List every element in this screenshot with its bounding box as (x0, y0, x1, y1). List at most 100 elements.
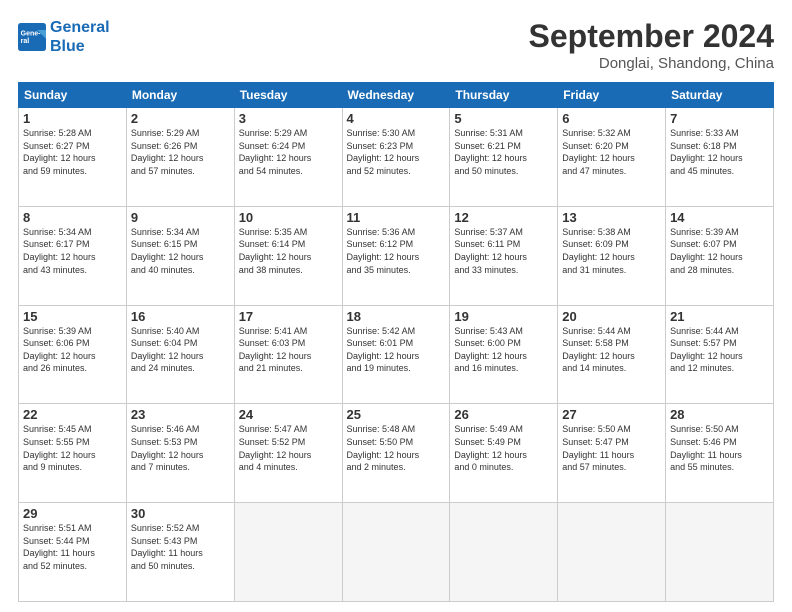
calendar-cell: 14Sunrise: 5:39 AM Sunset: 6:07 PM Dayli… (666, 206, 774, 305)
calendar-cell: 6Sunrise: 5:32 AM Sunset: 6:20 PM Daylig… (558, 108, 666, 207)
calendar-cell: 21Sunrise: 5:44 AM Sunset: 5:57 PM Dayli… (666, 305, 774, 404)
calendar-cell: 8Sunrise: 5:34 AM Sunset: 6:17 PM Daylig… (19, 206, 127, 305)
day-info: Sunrise: 5:31 AM Sunset: 6:21 PM Dayligh… (454, 127, 553, 177)
day-info: Sunrise: 5:49 AM Sunset: 5:49 PM Dayligh… (454, 423, 553, 473)
day-info: Sunrise: 5:48 AM Sunset: 5:50 PM Dayligh… (347, 423, 446, 473)
calendar-cell: 26Sunrise: 5:49 AM Sunset: 5:49 PM Dayli… (450, 404, 558, 503)
day-number: 19 (454, 309, 553, 324)
calendar-cell: 17Sunrise: 5:41 AM Sunset: 6:03 PM Dayli… (234, 305, 342, 404)
day-info: Sunrise: 5:39 AM Sunset: 6:06 PM Dayligh… (23, 325, 122, 375)
day-info: Sunrise: 5:50 AM Sunset: 5:47 PM Dayligh… (562, 423, 661, 473)
day-number: 25 (347, 407, 446, 422)
day-info: Sunrise: 5:50 AM Sunset: 5:46 PM Dayligh… (670, 423, 769, 473)
day-number: 13 (562, 210, 661, 225)
calendar-cell: 2Sunrise: 5:29 AM Sunset: 6:26 PM Daylig… (126, 108, 234, 207)
calendar-cell: 22Sunrise: 5:45 AM Sunset: 5:55 PM Dayli… (19, 404, 127, 503)
day-number: 30 (131, 506, 230, 521)
day-info: Sunrise: 5:30 AM Sunset: 6:23 PM Dayligh… (347, 127, 446, 177)
calendar-cell: 25Sunrise: 5:48 AM Sunset: 5:50 PM Dayli… (342, 404, 450, 503)
day-info: Sunrise: 5:28 AM Sunset: 6:27 PM Dayligh… (23, 127, 122, 177)
calendar-week-row: 22Sunrise: 5:45 AM Sunset: 5:55 PM Dayli… (19, 404, 774, 503)
calendar-cell: 23Sunrise: 5:46 AM Sunset: 5:53 PM Dayli… (126, 404, 234, 503)
day-number: 11 (347, 210, 446, 225)
day-info: Sunrise: 5:52 AM Sunset: 5:43 PM Dayligh… (131, 522, 230, 572)
day-info: Sunrise: 5:44 AM Sunset: 5:57 PM Dayligh… (670, 325, 769, 375)
header: Gene- ral General Blue September 2024 Do… (18, 18, 774, 72)
day-number: 17 (239, 309, 338, 324)
calendar-week-row: 1Sunrise: 5:28 AM Sunset: 6:27 PM Daylig… (19, 108, 774, 207)
calendar-cell: 5Sunrise: 5:31 AM Sunset: 6:21 PM Daylig… (450, 108, 558, 207)
day-info: Sunrise: 5:44 AM Sunset: 5:58 PM Dayligh… (562, 325, 661, 375)
day-number: 14 (670, 210, 769, 225)
day-info: Sunrise: 5:46 AM Sunset: 5:53 PM Dayligh… (131, 423, 230, 473)
calendar-cell: 29Sunrise: 5:51 AM Sunset: 5:44 PM Dayli… (19, 503, 127, 602)
day-info: Sunrise: 5:42 AM Sunset: 6:01 PM Dayligh… (347, 325, 446, 375)
calendar-cell: 13Sunrise: 5:38 AM Sunset: 6:09 PM Dayli… (558, 206, 666, 305)
day-info: Sunrise: 5:43 AM Sunset: 6:00 PM Dayligh… (454, 325, 553, 375)
weekday-header: Wednesday (342, 83, 450, 108)
day-number: 15 (23, 309, 122, 324)
calendar-cell: 18Sunrise: 5:42 AM Sunset: 6:01 PM Dayli… (342, 305, 450, 404)
logo-icon: Gene- ral (18, 23, 46, 51)
day-number: 26 (454, 407, 553, 422)
day-number: 10 (239, 210, 338, 225)
day-number: 4 (347, 111, 446, 126)
calendar-cell (558, 503, 666, 602)
day-number: 6 (562, 111, 661, 126)
calendar-cell: 4Sunrise: 5:30 AM Sunset: 6:23 PM Daylig… (342, 108, 450, 207)
calendar-cell: 11Sunrise: 5:36 AM Sunset: 6:12 PM Dayli… (342, 206, 450, 305)
logo-text: General Blue (50, 18, 110, 56)
day-number: 21 (670, 309, 769, 324)
svg-text:ral: ral (21, 38, 30, 45)
logo-line1: General (50, 18, 110, 37)
day-info: Sunrise: 5:36 AM Sunset: 6:12 PM Dayligh… (347, 226, 446, 276)
page: Gene- ral General Blue September 2024 Do… (0, 0, 792, 612)
calendar-cell: 20Sunrise: 5:44 AM Sunset: 5:58 PM Dayli… (558, 305, 666, 404)
day-info: Sunrise: 5:34 AM Sunset: 6:15 PM Dayligh… (131, 226, 230, 276)
calendar-cell: 27Sunrise: 5:50 AM Sunset: 5:47 PM Dayli… (558, 404, 666, 503)
day-number: 22 (23, 407, 122, 422)
calendar-week-row: 8Sunrise: 5:34 AM Sunset: 6:17 PM Daylig… (19, 206, 774, 305)
day-number: 18 (347, 309, 446, 324)
day-number: 27 (562, 407, 661, 422)
weekday-header: Saturday (666, 83, 774, 108)
day-info: Sunrise: 5:45 AM Sunset: 5:55 PM Dayligh… (23, 423, 122, 473)
calendar: SundayMondayTuesdayWednesdayThursdayFrid… (18, 82, 774, 602)
calendar-cell: 3Sunrise: 5:29 AM Sunset: 6:24 PM Daylig… (234, 108, 342, 207)
calendar-cell: 9Sunrise: 5:34 AM Sunset: 6:15 PM Daylig… (126, 206, 234, 305)
weekday-header-row: SundayMondayTuesdayWednesdayThursdayFrid… (19, 83, 774, 108)
calendar-cell (342, 503, 450, 602)
day-info: Sunrise: 5:47 AM Sunset: 5:52 PM Dayligh… (239, 423, 338, 473)
day-number: 7 (670, 111, 769, 126)
day-info: Sunrise: 5:37 AM Sunset: 6:11 PM Dayligh… (454, 226, 553, 276)
day-number: 28 (670, 407, 769, 422)
calendar-cell: 10Sunrise: 5:35 AM Sunset: 6:14 PM Dayli… (234, 206, 342, 305)
logo: Gene- ral General Blue (18, 18, 110, 56)
calendar-cell: 12Sunrise: 5:37 AM Sunset: 6:11 PM Dayli… (450, 206, 558, 305)
day-number: 24 (239, 407, 338, 422)
weekday-header: Thursday (450, 83, 558, 108)
calendar-cell: 16Sunrise: 5:40 AM Sunset: 6:04 PM Dayli… (126, 305, 234, 404)
day-info: Sunrise: 5:32 AM Sunset: 6:20 PM Dayligh… (562, 127, 661, 177)
calendar-cell (450, 503, 558, 602)
calendar-cell: 19Sunrise: 5:43 AM Sunset: 6:00 PM Dayli… (450, 305, 558, 404)
weekday-header: Tuesday (234, 83, 342, 108)
calendar-cell: 15Sunrise: 5:39 AM Sunset: 6:06 PM Dayli… (19, 305, 127, 404)
weekday-header: Friday (558, 83, 666, 108)
day-number: 5 (454, 111, 553, 126)
day-number: 9 (131, 210, 230, 225)
day-info: Sunrise: 5:35 AM Sunset: 6:14 PM Dayligh… (239, 226, 338, 276)
day-info: Sunrise: 5:34 AM Sunset: 6:17 PM Dayligh… (23, 226, 122, 276)
calendar-cell: 24Sunrise: 5:47 AM Sunset: 5:52 PM Dayli… (234, 404, 342, 503)
day-info: Sunrise: 5:39 AM Sunset: 6:07 PM Dayligh… (670, 226, 769, 276)
day-number: 8 (23, 210, 122, 225)
logo-line2: Blue (50, 37, 110, 56)
month-title: September 2024 (529, 18, 774, 55)
day-number: 29 (23, 506, 122, 521)
calendar-week-row: 29Sunrise: 5:51 AM Sunset: 5:44 PM Dayli… (19, 503, 774, 602)
location-title: Donglai, Shandong, China (529, 55, 774, 72)
calendar-week-row: 15Sunrise: 5:39 AM Sunset: 6:06 PM Dayli… (19, 305, 774, 404)
day-info: Sunrise: 5:40 AM Sunset: 6:04 PM Dayligh… (131, 325, 230, 375)
calendar-cell: 7Sunrise: 5:33 AM Sunset: 6:18 PM Daylig… (666, 108, 774, 207)
day-number: 1 (23, 111, 122, 126)
